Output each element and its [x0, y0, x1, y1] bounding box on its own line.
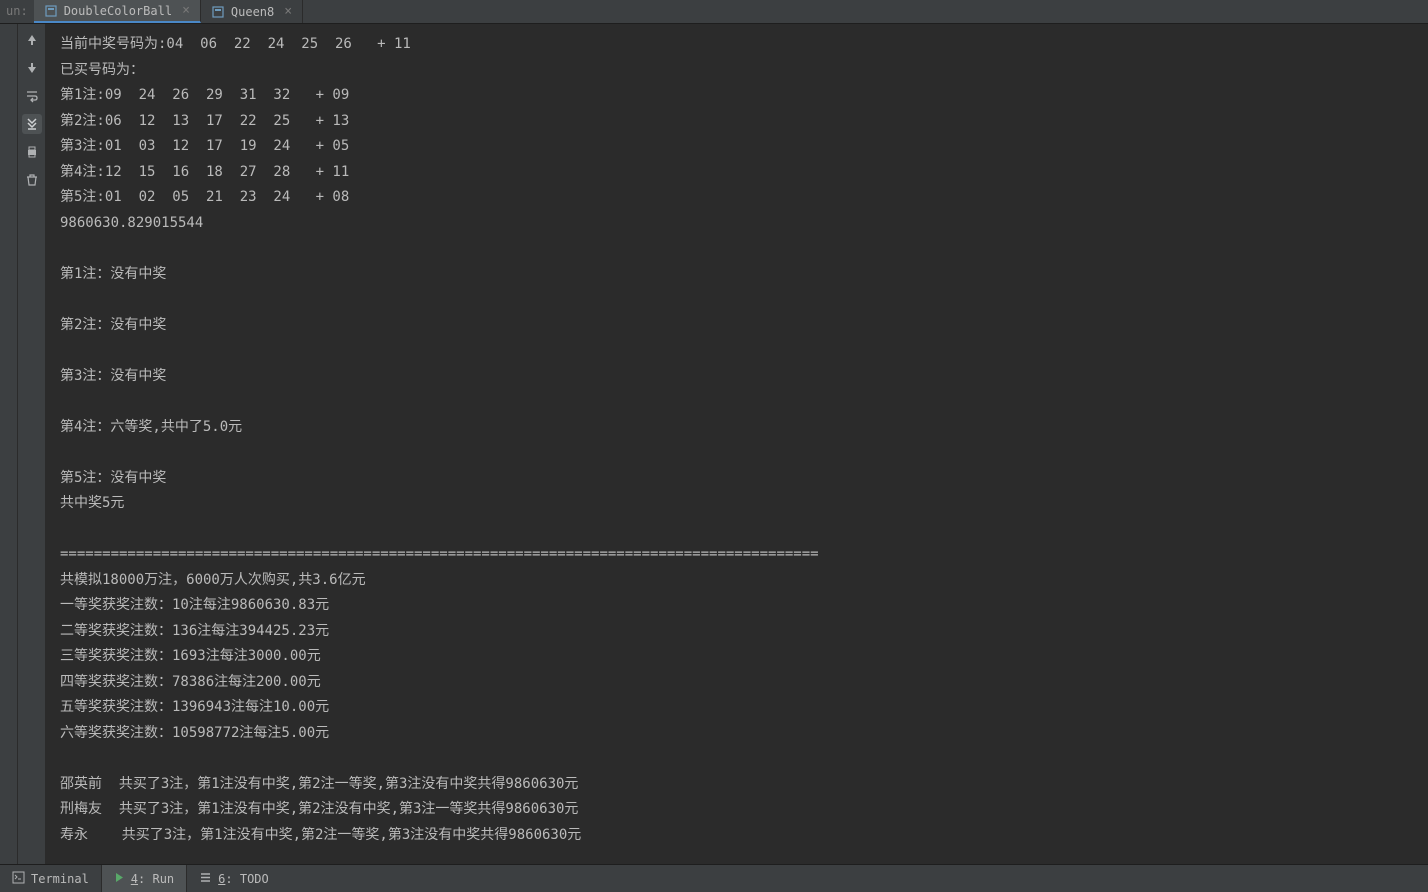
- trash-icon[interactable]: [22, 170, 42, 190]
- console-line: 邵英前 共买了3注，第1注没有中奖,第2注一等奖,第3注没有中奖共得986063…: [60, 772, 1414, 798]
- tab-queen8[interactable]: Queen8 ×: [201, 0, 303, 23]
- run-label: 4: Run: [131, 872, 174, 886]
- console-line: [60, 517, 1414, 543]
- console-line: 第4注：六等奖,共中了5.0元: [60, 415, 1414, 441]
- console-line: 第3注：没有中奖: [60, 364, 1414, 390]
- up-arrow-icon[interactable]: [22, 30, 42, 50]
- tab-label: Queen8: [231, 5, 274, 19]
- console-line: 当前中奖号码为:04 06 22 24 25 26 + 11: [60, 32, 1414, 58]
- bottom-toolbar: Terminal 4: Run 6: TODO: [0, 864, 1428, 892]
- console-line: 刑梅友 共买了3注，第1注没有中奖,第2注没有中奖,第3注一等奖共得986063…: [60, 797, 1414, 823]
- todo-tool[interactable]: 6: TODO: [186, 865, 281, 892]
- todo-icon: [199, 871, 212, 887]
- console-line: [60, 440, 1414, 466]
- console-line: [60, 746, 1414, 772]
- run-label: un:: [0, 0, 34, 23]
- console-line: 第4注:12 15 16 18 27 28 + 11: [60, 160, 1414, 186]
- console-line: 四等奖获奖注数：78386注每注200.00元: [60, 670, 1414, 696]
- file-icon: [211, 5, 225, 19]
- console-line: 一等奖获奖注数：10注每注9860630.83元: [60, 593, 1414, 619]
- terminal-icon: [12, 871, 25, 887]
- console-line: 三等奖获奖注数：1693注每注3000.00元: [60, 644, 1414, 670]
- console-line: 共中奖5元: [60, 491, 1414, 517]
- soft-wrap-icon[interactable]: [22, 86, 42, 106]
- console-line: [60, 389, 1414, 415]
- console-line: [60, 287, 1414, 313]
- run-toolbar: [18, 24, 46, 864]
- scroll-to-end-icon[interactable]: [22, 114, 42, 134]
- down-arrow-icon[interactable]: [22, 58, 42, 78]
- console-line: ========================================…: [60, 542, 1414, 568]
- close-icon[interactable]: ×: [284, 4, 292, 19]
- close-icon[interactable]: ×: [182, 3, 190, 18]
- console-line: 第1注：没有中奖: [60, 262, 1414, 288]
- tab-label: DoubleColorBall: [64, 4, 172, 18]
- todo-label: 6: TODO: [218, 872, 269, 886]
- print-icon[interactable]: [22, 142, 42, 162]
- left-gutter: [0, 24, 18, 864]
- terminal-label: Terminal: [31, 872, 89, 886]
- console-output[interactable]: 当前中奖号码为:04 06 22 24 25 26 + 11已买号码为：第1注:…: [46, 24, 1428, 864]
- console-line: [60, 338, 1414, 364]
- console-line: 第2注:06 12 13 17 22 25 + 13: [60, 109, 1414, 135]
- console-line: 第3注:01 03 12 17 19 24 + 05: [60, 134, 1414, 160]
- console-line: 已买号码为：: [60, 58, 1414, 84]
- run-tool[interactable]: 4: Run: [101, 865, 186, 892]
- console-line: 第5注:01 02 05 21 23 24 + 08: [60, 185, 1414, 211]
- terminal-tool[interactable]: Terminal: [0, 865, 101, 892]
- console-line: 共模拟18000万注，6000万人次购买,共3.6亿元: [60, 568, 1414, 594]
- console-line: 第2注：没有中奖: [60, 313, 1414, 339]
- console-line: 第1注:09 24 26 29 31 32 + 09: [60, 83, 1414, 109]
- play-icon: [114, 872, 125, 886]
- console-line: 二等奖获奖注数：136注每注394425.23元: [60, 619, 1414, 645]
- console-line: 第5注：没有中奖: [60, 466, 1414, 492]
- console-line: [60, 236, 1414, 262]
- console-line: 寿永 共买了3注，第1注没有中奖,第2注一等奖,第3注没有中奖共得9860630…: [60, 823, 1414, 849]
- console-line: 9860630.829015544: [60, 211, 1414, 237]
- console-line: 六等奖获奖注数：10598772注每注5.00元: [60, 721, 1414, 747]
- tab-bar: DoubleColorBall × Queen8 ×: [34, 0, 1428, 23]
- file-icon: [44, 4, 58, 18]
- tab-doublecolorball[interactable]: DoubleColorBall ×: [34, 0, 201, 23]
- console-line: 五等奖获奖注数：1396943注每注10.00元: [60, 695, 1414, 721]
